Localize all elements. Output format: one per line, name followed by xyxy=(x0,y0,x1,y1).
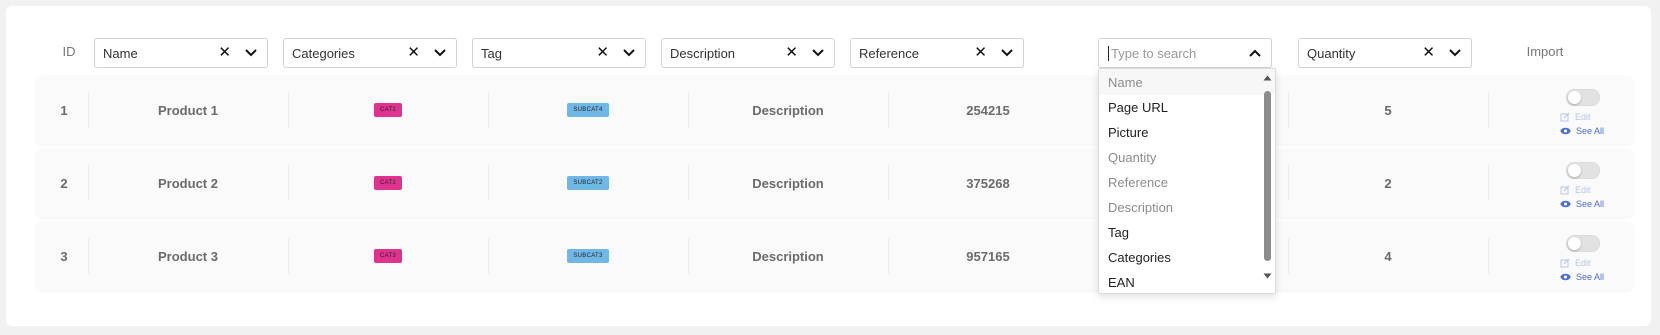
edit-label: Edit xyxy=(1575,185,1591,195)
close-icon[interactable]: ✕ xyxy=(974,45,987,61)
option-picture[interactable]: Picture xyxy=(1108,125,1148,140)
chevron-down-icon[interactable] xyxy=(433,48,447,58)
quantity-column-select[interactable]: Quantity ✕ xyxy=(1298,38,1472,68)
row-reference: 375268 xyxy=(966,175,1010,191)
tag-badge: SUBCAT3 xyxy=(567,249,609,263)
chevron-down-icon[interactable] xyxy=(1448,48,1462,58)
chevron-up-icon[interactable] xyxy=(1248,48,1262,58)
eye-icon xyxy=(1560,127,1571,135)
close-icon[interactable]: ✕ xyxy=(218,45,231,61)
option-reference[interactable]: Reference xyxy=(1108,175,1168,190)
column-divider xyxy=(1488,165,1489,201)
select-value: Tag xyxy=(481,46,502,61)
see-all-link[interactable]: See All xyxy=(1560,126,1604,136)
reference-column-select[interactable]: Reference ✕ xyxy=(850,38,1024,68)
table-row: 3 Product 3 CAT3 SUBCAT3 Description 957… xyxy=(36,222,1633,290)
mapping-table: ID Name ✕ Categories ✕ Tag ✕ Description… xyxy=(6,6,1651,326)
edit-icon xyxy=(1560,185,1570,195)
row-tag-cell: SUBCAT2 xyxy=(488,149,688,217)
column-header-id: ID xyxy=(62,44,76,59)
row-name: Product 1 xyxy=(158,102,218,118)
column-header-import: Import xyxy=(1526,44,1564,59)
option-categories[interactable]: Categories xyxy=(1108,250,1171,265)
select-value: Reference xyxy=(859,46,919,61)
select-value: Categories xyxy=(292,46,355,61)
option-quantity[interactable]: Quantity xyxy=(1108,150,1156,165)
option-ean[interactable]: EAN xyxy=(1108,275,1135,290)
see-all-link[interactable]: See All xyxy=(1560,199,1604,209)
name-column-select[interactable]: Name ✕ xyxy=(94,38,268,68)
category-badge: CAT3 xyxy=(373,249,403,263)
column-options-dropdown: Name Page URL Picture Quantity Reference… xyxy=(1098,68,1276,294)
description-column-select[interactable]: Description ✕ xyxy=(661,38,835,68)
edit-icon xyxy=(1560,258,1570,268)
edit-link[interactable]: Edit xyxy=(1560,185,1591,195)
row-quantity: 2 xyxy=(1384,175,1392,191)
see-all-link[interactable]: See All xyxy=(1560,272,1604,282)
eye-icon xyxy=(1560,273,1571,281)
close-icon[interactable]: ✕ xyxy=(1422,45,1435,61)
row-id: 3 xyxy=(60,248,68,264)
row-id: 1 xyxy=(60,102,68,118)
scroll-down-icon[interactable] xyxy=(1263,273,1272,279)
tag-badge: SUBCAT4 xyxy=(567,103,609,117)
row-quantity: 4 xyxy=(1384,248,1392,264)
row-reference: 957165 xyxy=(966,248,1010,264)
import-toggle[interactable] xyxy=(1566,162,1600,179)
select-value: Quantity xyxy=(1307,46,1356,61)
row-category-cell: CAT3 xyxy=(288,222,488,290)
search-placeholder[interactable]: Type to search xyxy=(1111,46,1196,61)
see-all-label: See All xyxy=(1576,199,1605,209)
table-row: 2 Product 2 CAT1 SUBCAT2 Description 375… xyxy=(36,149,1633,217)
table-row: 1 Product 1 CAT1 SUBCAT4 Description 254… xyxy=(36,76,1633,144)
row-description: Description xyxy=(752,102,824,118)
dropdown-scrollbar-thumb[interactable] xyxy=(1264,91,1271,261)
row-tag-cell: SUBCAT4 xyxy=(488,76,688,144)
row-tag-cell: SUBCAT3 xyxy=(488,222,688,290)
row-name: Product 3 xyxy=(158,248,218,264)
row-name: Product 2 xyxy=(158,175,218,191)
text-cursor xyxy=(1108,46,1109,61)
row-reference: 254215 xyxy=(966,102,1010,118)
row-category-cell: CAT1 xyxy=(288,76,488,144)
chevron-down-icon[interactable] xyxy=(811,48,825,58)
edit-link[interactable]: Edit xyxy=(1560,112,1591,122)
row-id: 2 xyxy=(60,175,68,191)
see-all-label: See All xyxy=(1576,272,1605,282)
tag-badge: SUBCAT2 xyxy=(567,176,609,190)
edit-label: Edit xyxy=(1575,112,1591,122)
edit-link[interactable]: Edit xyxy=(1560,258,1591,268)
option-page-url[interactable]: Page URL xyxy=(1108,100,1168,115)
import-toggle[interactable] xyxy=(1566,89,1600,106)
category-badge: CAT1 xyxy=(373,103,403,117)
select-value: Description xyxy=(670,46,736,61)
edit-icon xyxy=(1560,112,1570,122)
option-tag[interactable]: Tag xyxy=(1108,225,1129,240)
row-category-cell: CAT1 xyxy=(288,149,488,217)
row-description: Description xyxy=(752,175,824,191)
import-toggle[interactable] xyxy=(1566,235,1600,252)
categories-column-select[interactable]: Categories ✕ xyxy=(283,38,457,68)
tag-column-select[interactable]: Tag ✕ xyxy=(472,38,646,68)
option-name[interactable]: Name xyxy=(1108,75,1143,90)
column-divider xyxy=(1488,238,1489,274)
column-divider xyxy=(1488,92,1489,128)
chevron-down-icon[interactable] xyxy=(1000,48,1014,58)
close-icon[interactable]: ✕ xyxy=(785,45,798,61)
chevron-down-icon[interactable] xyxy=(244,48,258,58)
edit-label: Edit xyxy=(1575,258,1591,268)
select-value: Name xyxy=(103,46,138,61)
close-icon[interactable]: ✕ xyxy=(407,45,420,61)
close-icon[interactable]: ✕ xyxy=(596,45,609,61)
chevron-down-icon[interactable] xyxy=(622,48,636,58)
option-description[interactable]: Description xyxy=(1108,200,1173,215)
scroll-up-icon[interactable] xyxy=(1263,75,1272,81)
search-column-select[interactable]: Type to search xyxy=(1098,38,1272,68)
see-all-label: See All xyxy=(1576,126,1605,136)
row-description: Description xyxy=(752,248,824,264)
eye-icon xyxy=(1560,200,1571,208)
row-quantity: 5 xyxy=(1384,102,1392,118)
category-badge: CAT1 xyxy=(373,176,403,190)
